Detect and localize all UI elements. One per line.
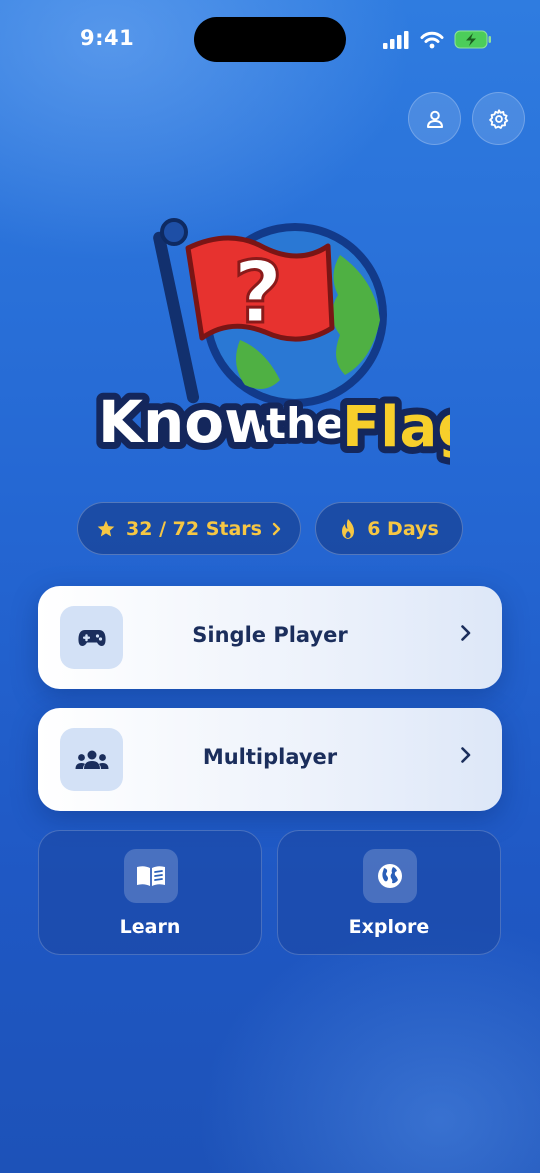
stars-pill[interactable]: 32 / 72 Stars bbox=[77, 502, 301, 555]
book-icon bbox=[137, 866, 165, 886]
multiplayer-label: Multiplayer bbox=[202, 745, 338, 769]
learn-button[interactable]: Learn bbox=[38, 830, 262, 955]
single-player-button[interactable]: Single Player bbox=[38, 586, 502, 689]
wifi-icon bbox=[420, 31, 444, 48]
single-player-label: Single Player bbox=[192, 623, 348, 647]
learn-label: Learn bbox=[119, 916, 181, 938]
explore-icon-wrap bbox=[363, 849, 417, 903]
person-icon bbox=[426, 110, 443, 128]
battery-icon bbox=[454, 30, 491, 49]
logo-word-flag: Flag bbox=[342, 395, 450, 460]
signal-icon bbox=[383, 30, 409, 49]
multiplayer-button[interactable]: Multiplayer bbox=[38, 708, 502, 811]
profile-button[interactable] bbox=[408, 92, 461, 145]
status-time: 9:41 bbox=[80, 26, 135, 50]
logo-question-mark: ? bbox=[233, 243, 283, 343]
logo-word-the: the bbox=[266, 399, 344, 448]
star-icon bbox=[97, 520, 115, 536]
globe-icon bbox=[378, 864, 402, 888]
chevron-right-icon bbox=[272, 522, 281, 535]
stars-count: 32 / 72 Stars bbox=[126, 517, 262, 540]
flame-icon bbox=[342, 518, 355, 539]
status-bar: 9:41 bbox=[0, 0, 540, 80]
settings-button[interactable] bbox=[472, 92, 525, 145]
streak-pill[interactable]: 6 Days bbox=[315, 502, 463, 555]
explore-label: Explore bbox=[348, 916, 430, 938]
chevron-right-icon bbox=[461, 625, 471, 641]
learn-icon-wrap bbox=[124, 849, 178, 903]
chevron-right-icon bbox=[461, 747, 471, 763]
logo-word-know: Know bbox=[98, 388, 278, 456]
dynamic-island bbox=[194, 17, 346, 62]
gear-icon bbox=[488, 108, 508, 129]
know-the-flag-logo: ? Know the Flag bbox=[91, 218, 450, 467]
streak-days: 6 Days bbox=[367, 517, 439, 540]
status-icons bbox=[383, 30, 492, 49]
explore-button[interactable]: Explore bbox=[277, 830, 501, 955]
